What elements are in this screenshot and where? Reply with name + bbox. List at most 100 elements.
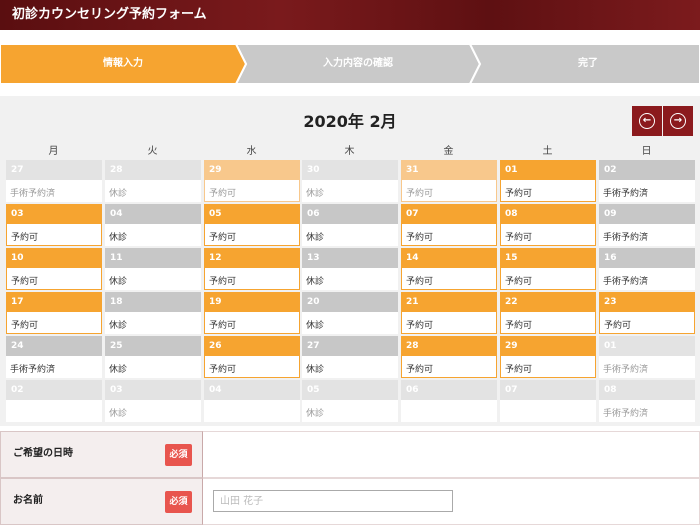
day-status xyxy=(204,400,300,422)
form-title: 初診カウンセリング予約フォーム xyxy=(12,7,207,22)
calendar-day: 30 休診 xyxy=(302,160,398,202)
day-status: 予約可 xyxy=(204,356,300,378)
calendar-day: 20 休診 xyxy=(302,292,398,334)
day-status: 予約可 xyxy=(401,180,497,202)
arrow-right-icon: → xyxy=(670,113,686,129)
calendar-day[interactable]: 05 予約可 xyxy=(204,204,300,246)
calendar-day[interactable]: 29 予約可 xyxy=(500,336,596,378)
weekday-label: 金 xyxy=(443,146,454,157)
day-number: 02 xyxy=(599,160,695,180)
progress-steps: 情報入力 入力内容の確認 完了 xyxy=(0,44,700,84)
date-label: ご希望の日時 xyxy=(13,448,73,459)
day-status: 休診 xyxy=(302,312,398,334)
form-header: 初診カウンセリング予約フォーム xyxy=(0,0,700,30)
day-number: 24 xyxy=(6,336,102,356)
calendar-day: 02 xyxy=(6,380,102,422)
step-done-label: 完了 xyxy=(578,58,598,69)
calendar-day[interactable]: 19 予約可 xyxy=(204,292,300,334)
next-month-button[interactable]: → xyxy=(663,106,693,136)
calendar-title: 2020年 2月 xyxy=(303,112,397,131)
day-number: 01 xyxy=(599,336,695,356)
calendar-day[interactable]: 21 予約可 xyxy=(401,292,497,334)
step-confirm: 入力内容の確認 xyxy=(240,44,476,84)
day-number: 08 xyxy=(599,380,695,400)
day-number: 31 xyxy=(401,160,497,180)
calendar-day: 24 手術予約済 xyxy=(6,336,102,378)
day-status: 予約可 xyxy=(6,268,102,290)
calendar-day[interactable]: 12 予約可 xyxy=(204,248,300,290)
day-status: 手術予約済 xyxy=(599,356,695,378)
day-number: 05 xyxy=(204,204,300,224)
step-input-label: 情報入力 xyxy=(103,58,143,69)
calendar-day: 25 休診 xyxy=(105,336,201,378)
day-status: 手術予約済 xyxy=(599,224,695,246)
name-input[interactable] xyxy=(213,490,453,512)
day-number: 17 xyxy=(6,292,102,312)
calendar-day: 31 予約可 xyxy=(401,160,497,202)
day-number: 13 xyxy=(302,248,398,268)
calendar-day: 13 休診 xyxy=(302,248,398,290)
day-number: 21 xyxy=(401,292,497,312)
day-number: 10 xyxy=(6,248,102,268)
day-status: 予約可 xyxy=(401,224,497,246)
calendar-day[interactable]: 07 予約可 xyxy=(401,204,497,246)
calendar-day[interactable]: 17 予約可 xyxy=(6,292,102,334)
day-status: 予約可 xyxy=(500,224,596,246)
day-number: 14 xyxy=(401,248,497,268)
day-status: 手術予約済 xyxy=(599,180,695,202)
calendar-day[interactable]: 23 予約可 xyxy=(599,292,695,334)
day-number: 06 xyxy=(302,204,398,224)
calendar-day: 11 休診 xyxy=(105,248,201,290)
day-status: 予約可 xyxy=(401,268,497,290)
prev-month-button[interactable]: ← xyxy=(632,106,662,136)
day-number: 28 xyxy=(401,336,497,356)
day-status: 休診 xyxy=(105,356,201,378)
day-number: 16 xyxy=(599,248,695,268)
day-number: 03 xyxy=(105,380,201,400)
day-status: 休診 xyxy=(302,268,398,290)
calendar-day: 18 休診 xyxy=(105,292,201,334)
day-status: 予約可 xyxy=(599,312,695,334)
day-status: 予約可 xyxy=(204,312,300,334)
calendar-day[interactable]: 26 予約可 xyxy=(204,336,300,378)
day-number: 06 xyxy=(401,380,497,400)
calendar-day[interactable]: 15 予約可 xyxy=(500,248,596,290)
calendar-day: 27 手術予約済 xyxy=(6,160,102,202)
calendar-day[interactable]: 28 予約可 xyxy=(401,336,497,378)
calendar-day: 29 予約可 xyxy=(204,160,300,202)
weekday-label: 日 xyxy=(641,146,652,157)
day-number: 07 xyxy=(500,380,596,400)
form-row-name: お名前 必須 xyxy=(0,478,700,525)
day-number: 08 xyxy=(500,204,596,224)
reservation-form: ご希望の日時 必須 お名前 必須 xyxy=(0,431,700,525)
day-status: 予約可 xyxy=(6,312,102,334)
calendar-day[interactable]: 03 予約可 xyxy=(6,204,102,246)
day-number: 25 xyxy=(105,336,201,356)
calendar-day: 06 xyxy=(401,380,497,422)
day-number: 27 xyxy=(302,336,398,356)
calendar-day[interactable]: 08 予約可 xyxy=(500,204,596,246)
weekday-label: 土 xyxy=(542,146,553,157)
day-status: 休診 xyxy=(302,224,398,246)
calendar-day[interactable]: 01 予約可 xyxy=(500,160,596,202)
required-badge: 必須 xyxy=(165,491,192,513)
step-confirm-label: 入力内容の確認 xyxy=(323,58,393,69)
day-number: 23 xyxy=(599,292,695,312)
calendar-day[interactable]: 22 予約可 xyxy=(500,292,596,334)
day-number: 28 xyxy=(105,160,201,180)
day-status: 休診 xyxy=(105,312,201,334)
calendar-day[interactable]: 10 予約可 xyxy=(6,248,102,290)
day-number: 04 xyxy=(105,204,201,224)
day-number: 26 xyxy=(204,336,300,356)
date-label-cell: ご希望の日時 必須 xyxy=(0,431,203,478)
date-value-cell xyxy=(203,431,700,478)
calendar-day: 04 休診 xyxy=(105,204,201,246)
calendar-day[interactable]: 14 予約可 xyxy=(401,248,497,290)
calendar-day: 03 休診 xyxy=(105,380,201,422)
calendar-day: 09 手術予約済 xyxy=(599,204,695,246)
day-status: 休診 xyxy=(302,180,398,202)
calendar-day: 28 休診 xyxy=(105,160,201,202)
day-number: 11 xyxy=(105,248,201,268)
calendar-day: 08 手術予約済 xyxy=(599,380,695,422)
day-number: 04 xyxy=(204,380,300,400)
